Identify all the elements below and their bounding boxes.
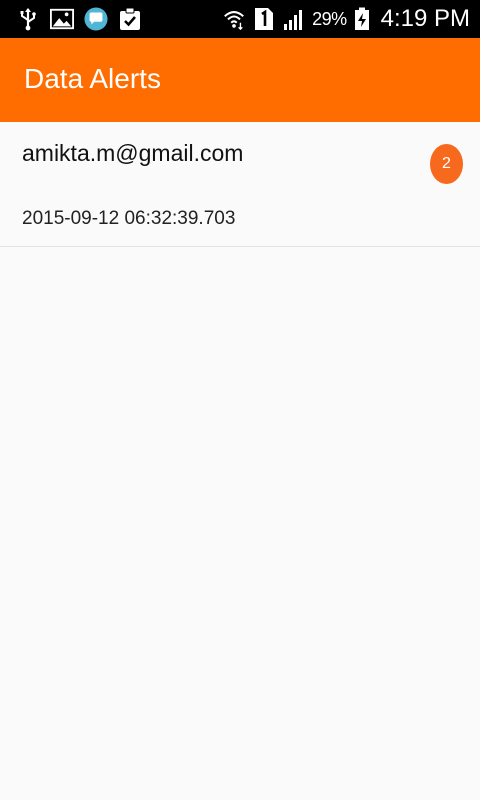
alerts-list: amikta.m@gmail.com 2 2015-09-12 06:32:39… bbox=[0, 122, 480, 247]
battery-charging-icon bbox=[353, 7, 371, 31]
page-title: Data Alerts bbox=[24, 63, 161, 94]
alert-timestamp: 2015-09-12 06:32:39.703 bbox=[22, 208, 236, 229]
alert-count-badge: 2 bbox=[430, 144, 463, 184]
signal-icon bbox=[282, 7, 306, 31]
app-bar: Data Alerts bbox=[0, 38, 480, 122]
clipboard-check-icon bbox=[118, 7, 142, 31]
notification-icons bbox=[16, 7, 142, 31]
usb-icon bbox=[16, 7, 40, 31]
image-icon bbox=[50, 7, 74, 31]
clock: 4:19 PM bbox=[380, 5, 470, 32]
alert-email: amikta.m@gmail.com bbox=[22, 140, 244, 166]
status-bar: 29% 4:19 PM bbox=[0, 0, 480, 38]
alert-list-item[interactable]: amikta.m@gmail.com 2 2015-09-12 06:32:39… bbox=[0, 122, 480, 247]
system-status: 29% 4:19 PM bbox=[222, 5, 470, 33]
battery-percent: 29% bbox=[312, 8, 347, 29]
wifi-icon bbox=[222, 7, 246, 31]
sim-1-icon bbox=[252, 7, 276, 31]
chat-bubble-icon bbox=[84, 7, 108, 31]
